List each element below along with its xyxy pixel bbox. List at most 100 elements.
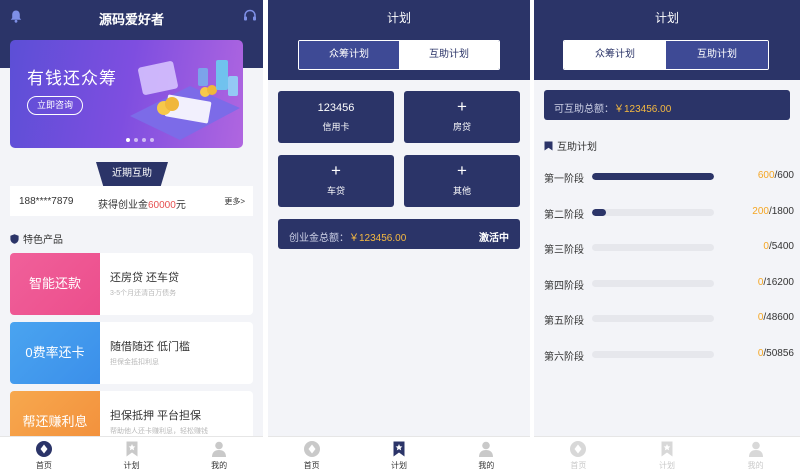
stage-value: 0/48600 bbox=[758, 312, 794, 323]
tab-mine[interactable]: 我的 bbox=[443, 437, 530, 471]
product-thumbnail: 0费率还卡 bbox=[10, 322, 100, 384]
funding-total-bar: 创业金总额：￥123456.00 激活中 bbox=[278, 219, 520, 249]
tab-mine[interactable]: 我的 bbox=[175, 437, 263, 471]
tab-label: 首页 bbox=[303, 461, 320, 470]
home-icon bbox=[303, 440, 321, 458]
headset-icon[interactable] bbox=[243, 9, 257, 23]
user-icon bbox=[210, 440, 228, 458]
bookmark-icon bbox=[390, 440, 408, 458]
loan-type-tile[interactable]: + 其他 bbox=[404, 155, 520, 207]
tile-label: 信用卡 bbox=[322, 122, 350, 132]
banner-illustration bbox=[130, 60, 240, 140]
product-subtitle: 帮助他人还卡赚利息，轻松赚钱 bbox=[110, 428, 208, 435]
recent-help-tab: 近期互助 bbox=[96, 162, 168, 186]
stage-name: 第四阶段 bbox=[544, 280, 584, 292]
recent-help-row[interactable]: 188****7879 获得创业金60000元 更多> bbox=[10, 186, 253, 216]
tab-label: 计划 bbox=[659, 461, 675, 470]
tab-plan[interactable]: 计划 bbox=[355, 437, 442, 471]
funding-total-label: 创业金总额： bbox=[289, 233, 349, 244]
loan-type-tile[interactable]: + 房贷 bbox=[404, 91, 520, 143]
more-link[interactable]: 更多> bbox=[224, 196, 245, 207]
tab-label: 首页 bbox=[570, 461, 587, 470]
tab-mutual-plan[interactable]: 互助计划 bbox=[666, 41, 768, 69]
stage-value: 0/5400 bbox=[763, 241, 794, 252]
plan-header: 计划 众筹计划 互助计划 bbox=[268, 0, 530, 80]
tab-label: 我的 bbox=[211, 461, 228, 470]
promo-banner[interactable]: 有钱还众筹 立即咨询 bbox=[10, 40, 243, 148]
carousel-dot[interactable] bbox=[134, 138, 138, 142]
stage-name: 第二阶段 bbox=[544, 209, 584, 221]
stage-done-amount: 600 bbox=[757, 170, 775, 181]
recent-suffix: 元 bbox=[175, 200, 186, 211]
home-screen: 源码爱好者 有钱还众筹 立即咨询 近期互助 188****7879 获得创业金6… bbox=[0, 0, 263, 471]
product-title: 还房贷 还车贷 bbox=[110, 272, 180, 284]
stage-row: 第四阶段 0/16200 bbox=[544, 277, 794, 292]
user-icon bbox=[477, 440, 495, 458]
stage-value: 0/50856 bbox=[758, 348, 794, 359]
loan-type-tile[interactable]: + 车贷 bbox=[278, 155, 394, 207]
bottom-tabbar: 首页 计划 我的 bbox=[534, 436, 800, 471]
stage-total-amount: /16200 bbox=[763, 276, 794, 288]
plan-segmented-control: 众筹计划 互助计划 bbox=[563, 40, 769, 70]
available-total-amount: ￥123456.00 bbox=[614, 104, 672, 115]
tab-plan[interactable]: 计划 bbox=[88, 437, 176, 471]
stage-progress-bar bbox=[592, 244, 714, 252]
carousel-dot[interactable] bbox=[142, 138, 146, 142]
carousel-dots[interactable] bbox=[126, 138, 154, 142]
plus-icon: + bbox=[457, 161, 467, 180]
featured-heading: 特色产品 bbox=[10, 231, 63, 246]
available-total-text: 可互助总额：￥123456.00 bbox=[554, 100, 671, 115]
stage-name: 第一阶段 bbox=[544, 174, 584, 185]
page-title: 计划 bbox=[654, 11, 679, 25]
tab-home[interactable]: 首页 bbox=[0, 437, 88, 471]
stage-row: 第五阶段 0/48600 bbox=[544, 312, 794, 328]
stage-total-amount: /50856 bbox=[763, 348, 794, 359]
crowdfund-plan-screen: 计划 众筹计划 互助计划 123456 信用卡 + 房贷 + 车贷 + 其他 创业金总额：￥1… bbox=[268, 0, 530, 471]
mutual-plan-heading: 互助计划 bbox=[544, 138, 597, 153]
stage-total-amount: /1800 bbox=[768, 205, 794, 217]
tab-crowdfund-plan[interactable]: 众筹计划 bbox=[299, 41, 399, 69]
tab-label: 我的 bbox=[478, 461, 495, 470]
product-thumbnail: 智能还款 bbox=[10, 253, 100, 315]
recent-prefix: 获得创业金 bbox=[98, 200, 148, 211]
stage-row: 第六阶段 0/50856 bbox=[544, 348, 794, 363]
stage-name: 第六阶段 bbox=[544, 352, 584, 363]
tab-crowdfund-plan[interactable]: 众筹计划 bbox=[564, 41, 666, 69]
consult-button[interactable]: 立即咨询 bbox=[27, 96, 83, 115]
recent-phone: 188****7879 bbox=[19, 196, 74, 207]
stage-name: 第五阶段 bbox=[544, 316, 584, 328]
stage-total-amount: /48600 bbox=[763, 312, 794, 324]
page-title: 计划 bbox=[386, 11, 411, 25]
product-card[interactable]: 智能还款 还房贷 还车贷 3-5个月还清百万债务 bbox=[10, 253, 253, 315]
stage-total-amount: /600 bbox=[774, 170, 794, 181]
tab-home[interactable]: 首页 bbox=[268, 437, 355, 471]
carousel-dot[interactable] bbox=[150, 138, 154, 142]
stage-progress-bar bbox=[592, 208, 714, 216]
tab-mutual-plan[interactable]: 互助计划 bbox=[399, 41, 499, 69]
tab-home[interactable]: 首页 bbox=[534, 437, 623, 471]
stage-value: 200/1800 bbox=[752, 206, 794, 217]
shield-icon bbox=[10, 233, 19, 244]
stage-done-amount: 200 bbox=[752, 205, 769, 217]
stage-value: 0/16200 bbox=[758, 277, 794, 288]
bottom-tabbar: 首页 计划 我的 bbox=[268, 436, 530, 471]
product-title: 随借随还 低门槛 bbox=[110, 341, 191, 353]
carousel-dot[interactable] bbox=[126, 138, 130, 142]
banner-title: 有钱还众筹 bbox=[27, 69, 117, 88]
loan-type-tile[interactable]: 123456 信用卡 bbox=[278, 91, 394, 143]
bookmark-icon bbox=[658, 440, 676, 458]
available-total-bar: 可互助总额：￥123456.00 bbox=[544, 90, 790, 120]
product-card[interactable]: 0费率还卡 随借随还 低门槛 担保金抵扣利息 bbox=[10, 322, 253, 384]
user-icon bbox=[747, 440, 765, 458]
funding-total-amount: ￥123456.00 bbox=[349, 233, 407, 244]
bookmark-icon bbox=[544, 141, 553, 150]
plus-icon: + bbox=[457, 97, 467, 116]
stage-progress-bar bbox=[592, 279, 714, 287]
page-title: 源码爱好者 bbox=[98, 12, 164, 27]
plus-icon: + bbox=[331, 161, 341, 180]
tab-mine[interactable]: 我的 bbox=[711, 437, 800, 471]
product-subtitle: 3-5个月还清百万债务 bbox=[110, 290, 177, 297]
stage-row: 第三阶段 0/5400 bbox=[544, 241, 794, 256]
stage-progress-bar bbox=[592, 315, 714, 323]
tab-plan[interactable]: 计划 bbox=[623, 437, 712, 471]
